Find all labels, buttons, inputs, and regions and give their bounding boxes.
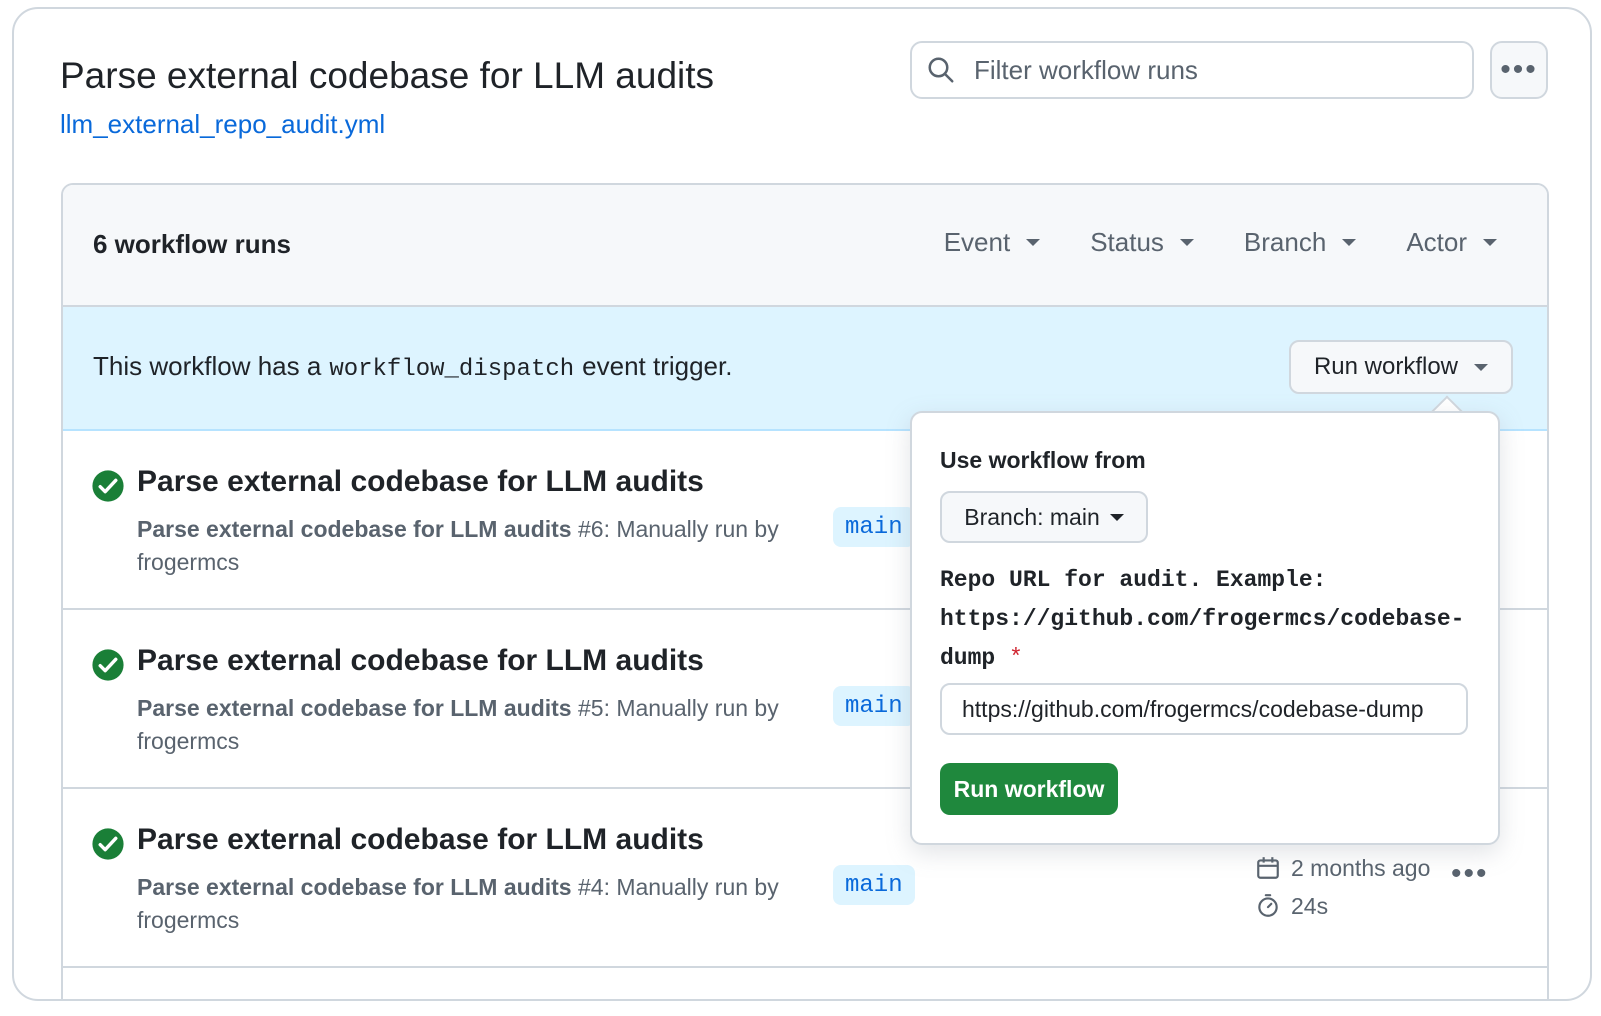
run-number: #4: [577, 874, 604, 900]
branch-badge[interactable]: main: [833, 865, 915, 905]
filter-label: Branch: [1243, 227, 1327, 257]
kebab-icon: •••: [1500, 53, 1538, 86]
run-title[interactable]: Parse external codebase for LLM audits: [137, 823, 704, 857]
run-workflow-submit-button[interactable]: Run workflow: [940, 763, 1118, 815]
run-workflow-name: Parse external codebase for LLM audits: [137, 695, 572, 721]
time-ago: 2 months ago: [1291, 854, 1431, 881]
workflow-page: Parse external codebase for LLM audits l…: [12, 7, 1592, 1001]
run-subtitle: Parse external codebase for LLM audits #…: [137, 516, 779, 575]
filter-label: Event: [943, 227, 1011, 257]
check-circle-icon: [92, 470, 124, 502]
branch-select-label: Branch: main: [964, 503, 1100, 530]
dispatch-text-after: event trigger.: [582, 351, 733, 381]
popover-heading: Use workflow from: [940, 447, 1146, 473]
filter-label: Actor: [1406, 227, 1467, 257]
run-subtitle: Parse external codebase for LLM audits #…: [137, 874, 779, 933]
row-options-button[interactable]: •••: [1451, 857, 1489, 891]
run-workflow-dropdown-button[interactable]: Run workflow: [1289, 340, 1513, 394]
run-number: #6: [577, 516, 604, 542]
branch-badge[interactable]: main: [833, 507, 915, 547]
run-workflow-name: Parse external codebase for LLM audits: [137, 874, 572, 900]
chevron-down-icon: [1474, 363, 1489, 371]
chevron-down-icon: [1483, 239, 1497, 246]
calendar-icon: [1257, 857, 1279, 879]
chevron-down-icon: [1109, 513, 1124, 521]
run-duration: 24s: [1255, 887, 1430, 925]
search-input[interactable]: [972, 53, 1456, 87]
dispatch-code: workflow_dispatch: [329, 356, 575, 383]
run-meta: 2 months ago 24s: [1255, 849, 1430, 925]
filter-status[interactable]: Status: [1090, 227, 1194, 258]
run-workflow-popover: Use workflow from Branch: main Repo URL …: [910, 411, 1500, 845]
chevron-down-icon: [1342, 239, 1357, 246]
branch-select[interactable]: Branch: main: [940, 491, 1148, 543]
run-date: 2 months ago: [1255, 849, 1430, 887]
filter-actor[interactable]: Actor: [1406, 227, 1497, 258]
check-circle-icon: [92, 828, 124, 860]
run-title[interactable]: Parse external codebase for LLM audits: [137, 644, 704, 678]
run-workflow-name: Parse external codebase for LLM audits: [137, 516, 572, 542]
workflow-file-link[interactable]: llm_external_repo_audit.yml: [60, 109, 385, 140]
check-circle-icon: [92, 649, 124, 681]
stopwatch-icon: [1258, 894, 1278, 917]
search-box[interactable]: [910, 41, 1474, 99]
filter-branch[interactable]: Branch: [1243, 227, 1357, 258]
dispatch-text: This workflow has a workflow_dispatch even…: [93, 351, 732, 383]
duration: 24s: [1291, 892, 1329, 919]
runs-header: 6 workflow runs Event Status Branch Acto…: [63, 185, 1547, 307]
run-subtitle: Parse external codebase for LLM audits #…: [137, 695, 779, 754]
search-icon: [928, 57, 954, 83]
page-title: Parse external codebase for LLM audits: [60, 55, 715, 96]
required-mark: *: [1009, 645, 1023, 671]
filter-bar: Event Status Branch Actor: [944, 227, 1497, 258]
runs-count: 6 workflow runs: [93, 229, 291, 259]
more-options-button[interactable]: •••: [1490, 41, 1548, 99]
chevron-down-icon: [1026, 239, 1041, 246]
run-number: #5: [577, 695, 604, 721]
run-title[interactable]: Parse external codebase for LLM audits: [137, 465, 704, 499]
repo-url-label: Repo URL for audit. Example: https://git…: [940, 561, 1480, 678]
run-workflow-label: Run workflow: [1313, 353, 1459, 380]
branch-badge[interactable]: main: [833, 686, 915, 726]
filter-event[interactable]: Event: [944, 227, 1041, 258]
dispatch-text-before: This workflow has a: [93, 351, 322, 381]
repo-url-input[interactable]: [940, 683, 1468, 735]
chevron-down-icon: [1179, 239, 1194, 246]
filter-label: Status: [1090, 227, 1164, 257]
